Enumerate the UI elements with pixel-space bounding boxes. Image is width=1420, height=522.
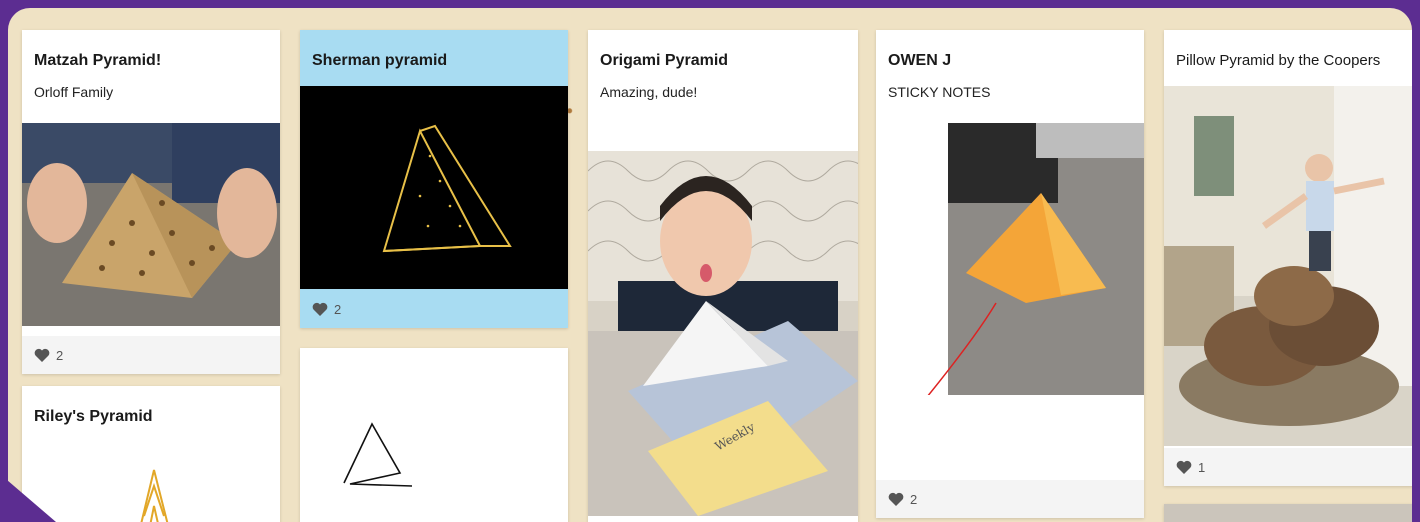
- post-image[interactable]: Weekly: [588, 151, 858, 516]
- heart-icon[interactable]: [888, 492, 904, 506]
- heart-icon[interactable]: [312, 302, 328, 316]
- post-title: Pillow Pyramid by the Coopers: [1176, 52, 1381, 69]
- post-image[interactable]: [300, 86, 568, 289]
- post-subtitle: STICKY NOTES: [888, 84, 991, 100]
- post-card-matzah[interactable]: Matzah Pyramid! Orloff Family 2: [22, 30, 280, 374]
- post-card-drawing[interactable]: [300, 348, 568, 522]
- post-image[interactable]: [1164, 86, 1412, 446]
- post-subtitle: Orloff Family: [34, 84, 114, 100]
- post-card-pillow[interactable]: Pillow Pyramid by the Coopers 1: [1164, 30, 1412, 486]
- post-card-origami[interactable]: Origami Pyramid Amazing, dude! Weekly: [588, 30, 858, 522]
- like-bar: 2: [876, 480, 1144, 518]
- post-card-owen[interactable]: OWEN J STICKY NOTES 2: [876, 30, 1144, 518]
- post-title: Riley's Pyramid: [34, 408, 153, 425]
- frame-corner-decoration: [0, 474, 56, 522]
- post-image[interactable]: [22, 123, 280, 326]
- post-image[interactable]: [22, 456, 280, 522]
- like-bar: 1: [1164, 448, 1412, 486]
- like-count: 2: [56, 347, 64, 363]
- post-image[interactable]: [300, 348, 568, 522]
- post-card-sherman[interactable]: Sherman pyramid 2: [300, 30, 568, 328]
- post-title: Matzah Pyramid!: [34, 52, 162, 69]
- post-title: Sherman pyramid: [312, 52, 448, 69]
- like-count: 1: [1198, 459, 1206, 475]
- heart-icon[interactable]: [1176, 460, 1192, 474]
- like-count: 2: [910, 491, 918, 507]
- post-card-riley[interactable]: Riley's Pyramid: [22, 386, 280, 522]
- like-bar: 2: [300, 290, 568, 328]
- post-card-next[interactable]: [1164, 504, 1412, 522]
- like-bar: 2: [22, 336, 280, 374]
- heart-icon[interactable]: [34, 348, 50, 362]
- post-title: Origami Pyramid: [600, 52, 729, 69]
- post-title: OWEN J: [888, 52, 952, 69]
- post-image[interactable]: [876, 123, 1144, 395]
- post-subtitle: Amazing, dude!: [600, 84, 698, 100]
- padlet-board: Matzah Pyramid! Orloff Family 2 Riley's …: [8, 8, 1412, 522]
- like-count: 2: [334, 301, 342, 317]
